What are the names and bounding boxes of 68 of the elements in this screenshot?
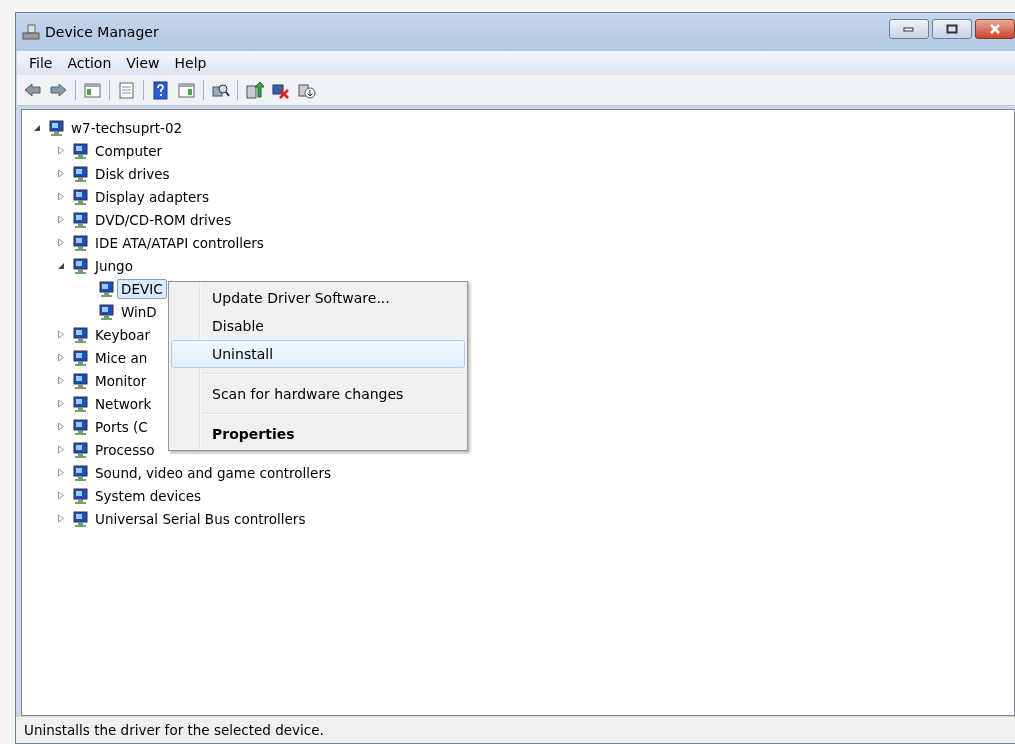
device-icon xyxy=(71,164,89,183)
tree-item[interactable]: System devices xyxy=(91,485,205,506)
expand-toggle[interactable] xyxy=(56,467,66,478)
menu-item[interactable]: File xyxy=(23,53,60,73)
menu-item[interactable]: Action xyxy=(61,53,119,73)
computer-icon xyxy=(22,24,40,40)
expand-toggle[interactable] xyxy=(56,168,66,179)
device-icon xyxy=(71,233,89,252)
window-title: Device Manager xyxy=(45,24,159,40)
menu-item[interactable]: Properties xyxy=(171,420,465,448)
menu-item[interactable]: Disable xyxy=(171,312,465,340)
device-icon xyxy=(71,325,89,344)
menu-item[interactable]: View xyxy=(120,53,167,73)
tree-item[interactable]: Computer xyxy=(91,140,167,161)
tree-item[interactable]: WinD xyxy=(117,301,161,322)
menu-item[interactable]: Uninstall xyxy=(171,340,465,368)
expand-toggle[interactable] xyxy=(56,352,66,363)
tree-item[interactable]: Sound, video and game controllers xyxy=(91,462,335,483)
expand-toggle[interactable] xyxy=(56,398,66,409)
device-icon xyxy=(71,141,89,160)
expand-toggle[interactable] xyxy=(56,237,66,248)
device-icon xyxy=(71,463,89,482)
close-button[interactable] xyxy=(975,19,1015,39)
device-icon xyxy=(71,256,89,275)
expand-toggle[interactable] xyxy=(56,214,66,225)
expand-toggle[interactable] xyxy=(56,444,66,455)
close-icon xyxy=(989,24,1001,34)
minimize-button[interactable] xyxy=(889,19,929,39)
device-icon xyxy=(71,187,89,206)
device-icon xyxy=(71,210,89,229)
expand-toggle[interactable] xyxy=(56,421,66,432)
device-icon xyxy=(71,394,89,413)
expand-toggle[interactable] xyxy=(56,145,66,156)
device-icon xyxy=(71,417,89,436)
tree-item[interactable]: DVD/CD-ROM drives xyxy=(91,209,236,230)
device-icon xyxy=(71,509,89,528)
tree-item[interactable]: Network xyxy=(91,393,156,414)
tree-item[interactable]: Mice an xyxy=(91,347,152,368)
maximize-button[interactable] xyxy=(932,19,972,39)
device-icon xyxy=(71,371,89,390)
computer-icon xyxy=(47,118,65,137)
expand-toggle[interactable] xyxy=(56,191,66,202)
tree-item[interactable]: w7-techsuprt-02 xyxy=(67,117,187,138)
device-icon xyxy=(71,348,89,367)
expand-toggle[interactable] xyxy=(56,375,66,386)
tree-item[interactable]: DEVIC xyxy=(117,278,167,299)
tree-item[interactable]: Monitor xyxy=(91,370,151,391)
expand-toggle[interactable] xyxy=(56,329,66,340)
expand-toggle[interactable] xyxy=(56,490,66,501)
tree-item[interactable]: Processo xyxy=(91,439,159,460)
tree-item[interactable]: Display adapters xyxy=(91,186,213,207)
menu-item[interactable]: Scan for hardware changes xyxy=(171,380,465,408)
maximize-icon xyxy=(946,24,958,34)
tree-item[interactable]: Jungo xyxy=(91,255,137,276)
menu-item[interactable]: Update Driver Software... xyxy=(171,284,465,312)
device-icon xyxy=(97,279,115,298)
device-icon xyxy=(97,302,115,321)
device-icon xyxy=(71,486,89,505)
minimize-icon xyxy=(903,26,915,32)
expand-toggle[interactable] xyxy=(56,513,66,524)
device-icon xyxy=(71,440,89,459)
status-text: Uninstalls the driver for the selected device. xyxy=(16,716,1015,743)
tree-item[interactable]: Keyboar xyxy=(91,324,155,345)
tree-item[interactable]: Universal Serial Bus controllers xyxy=(91,508,310,529)
tree-item[interactable]: Ports (C xyxy=(91,416,152,437)
menu-item[interactable]: Help xyxy=(168,53,214,73)
tree-item[interactable]: IDE ATA/ATAPI controllers xyxy=(91,232,268,253)
tree-item[interactable]: Disk drives xyxy=(91,163,174,184)
